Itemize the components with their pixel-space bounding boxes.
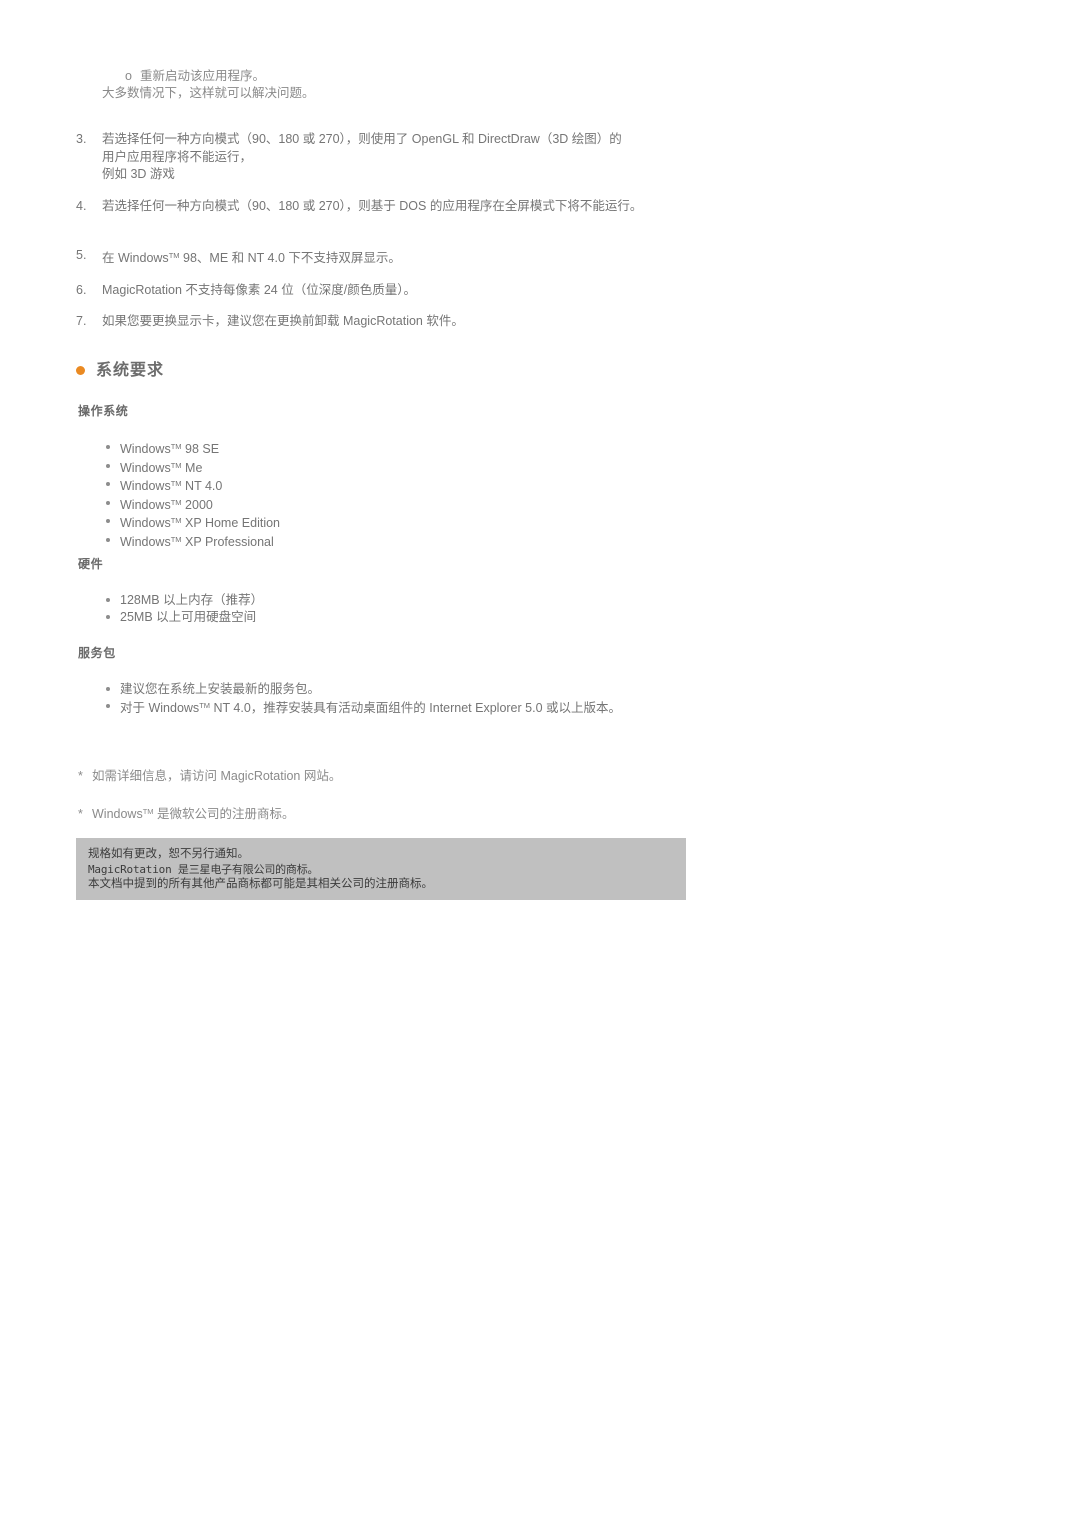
subsection-label-service-pack: 服务包 [78,646,116,660]
item-line: 若选择任何一种方向模式（90、180 或 270），则使用了 OpenGL 和 … [102,132,622,146]
trademark-symbol: TM [168,251,180,260]
item-line: 如果您要更换显示卡，建议您在更换前卸载 MagicRotation 软件。 [102,314,464,328]
list-item: WindowsTM 98 SE [104,439,280,458]
legal-line: 规格如有更改，恕不另行通知。 [88,848,249,860]
item-number: 4. [76,198,87,213]
bullet-dot-icon [76,365,85,375]
legal-line: 本文档中提到的所有其他产品商标都可能是其相关公司的注册商标。 [88,878,433,890]
hardware-list: 128MB 以上内存（推荐） 25MB 以上可用硬盘空间 [104,592,263,625]
list-item: WindowsTM XP Home Edition [104,513,280,532]
subsection-label-hardware: 硬件 [78,557,104,571]
item-line: 例如 3D 游戏 [102,167,175,181]
page-title: 系统要求 [96,360,165,379]
sub-bullet-text: 重新启动该应用程序。 [140,69,266,83]
legal-line: MagicRotation 是三星电子有限公司的商标。 [88,863,319,876]
asterisk-icon: * [78,807,83,821]
trademark-symbol: TM [170,534,182,544]
list-item: 对于 WindowsTM NT 4.0，推荐安装具有活动桌面组件的 Intern… [104,698,621,717]
trademark-symbol: TM [170,497,182,507]
trademark-symbol: TM [170,460,182,470]
item-line: MagicRotation 不支持每像素 24 位（位深度/颜色质量）。 [102,282,416,297]
item-body: MagicRotation 不支持每像素 24 位（位深度/颜色质量）。 [102,282,716,300]
footnote-text: 如需详细信息，请访问 MagicRotation 网站。 [92,769,342,783]
numbered-item-7: 7. 如果您要更换显示卡，建议您在更换前卸载 MagicRotation 软件。 [76,313,716,331]
item-number: 3. [76,132,87,146]
sub-bullet-item: o 重新启动该应用程序。 [76,68,716,85]
os-list: WindowsTM 98 SE WindowsTM Me WindowsTM N… [104,439,280,550]
item-line: 若选择任何一种方向模式（90、180 或 270），则基于 DOS 的应用程序在… [102,198,643,213]
footnote-website: * 如需详细信息，请访问 MagicRotation 网站。 [78,768,341,785]
service-pack-list: 建议您在系统上安装最新的服务包。 对于 WindowsTM NT 4.0，推荐安… [104,681,621,716]
item-number: 7. [76,314,87,328]
list-item: WindowsTM Me [104,458,280,477]
legal-notice-box: 规格如有更改，恕不另行通知。 MagicRotation 是三星电子有限公司的商… [76,838,686,900]
item-body: 在 WindowsTM 98、ME 和 NT 4.0 下不支持双屏显示。 [102,247,716,268]
footnote-trademark: * WindowsTM 是微软公司的注册商标。 [78,803,295,823]
item-number: 5. [76,248,87,262]
trademark-symbol: TM [142,807,154,816]
section-heading-system-requirements: 系统要求 [76,360,164,380]
numbered-item-3: 3. 若选择任何一种方向模式（90、180 或 270），则使用了 OpenGL… [76,131,716,184]
item-body: 如果您要更换显示卡，建议您在更换前卸载 MagicRotation 软件。 [102,313,716,331]
item-number: 6. [76,282,87,297]
list-item: WindowsTM NT 4.0 [104,476,280,495]
notes-block: o 重新启动该应用程序。 大多数情况下，这样就可以解决问题。 3. 若选择任何一种… [76,68,716,331]
list-item: 25MB 以上可用硬盘空间 [104,609,263,626]
item-line: 在 WindowsTM 98、ME 和 NT 4.0 下不支持双屏显示。 [102,251,401,265]
list-item: 建议您在系统上安装最新的服务包。 [104,681,621,698]
numbered-item-5: 5. 在 WindowsTM 98、ME 和 NT 4.0 下不支持双屏显示。 [76,247,716,268]
numbered-item-4: 4. 若选择任何一种方向模式（90、180 或 270），则基于 DOS 的应用… [76,198,716,216]
asterisk-icon: * [78,769,83,783]
trademark-symbol: TM [170,516,182,525]
trademark-symbol: TM [170,442,182,451]
list-item: WindowsTM 2000 [104,495,280,514]
sub-bullet-group: o 重新启动该应用程序。 大多数情况下，这样就可以解决问题。 [76,68,716,102]
list-item: 128MB 以上内存（推荐） [104,592,263,609]
footnote-text: WindowsTM 是微软公司的注册商标。 [92,807,295,821]
item-body: 若选择任何一种方向模式（90、180 或 270），则基于 DOS 的应用程序在… [102,198,716,216]
circle-bullet-icon: o [125,69,132,83]
trademark-symbol: TM [170,479,182,488]
trademark-symbol: TM [199,700,211,710]
numbered-item-6: 6. MagicRotation 不支持每像素 24 位（位深度/颜色质量）。 [76,282,716,300]
sub-bullet-followup: 大多数情况下，这样就可以解决问题。 [102,86,315,100]
item-body: 若选择任何一种方向模式（90、180 或 270），则使用了 OpenGL 和 … [102,131,716,184]
document-page: o 重新启动该应用程序。 大多数情况下，这样就可以解决问题。 3. 若选择任何一种… [0,0,1080,1527]
item-line: 用户应用程序将不能运行， [102,149,253,164]
list-item: WindowsTM XP Professional [104,532,280,551]
subsection-label-os: 操作系统 [78,404,129,418]
